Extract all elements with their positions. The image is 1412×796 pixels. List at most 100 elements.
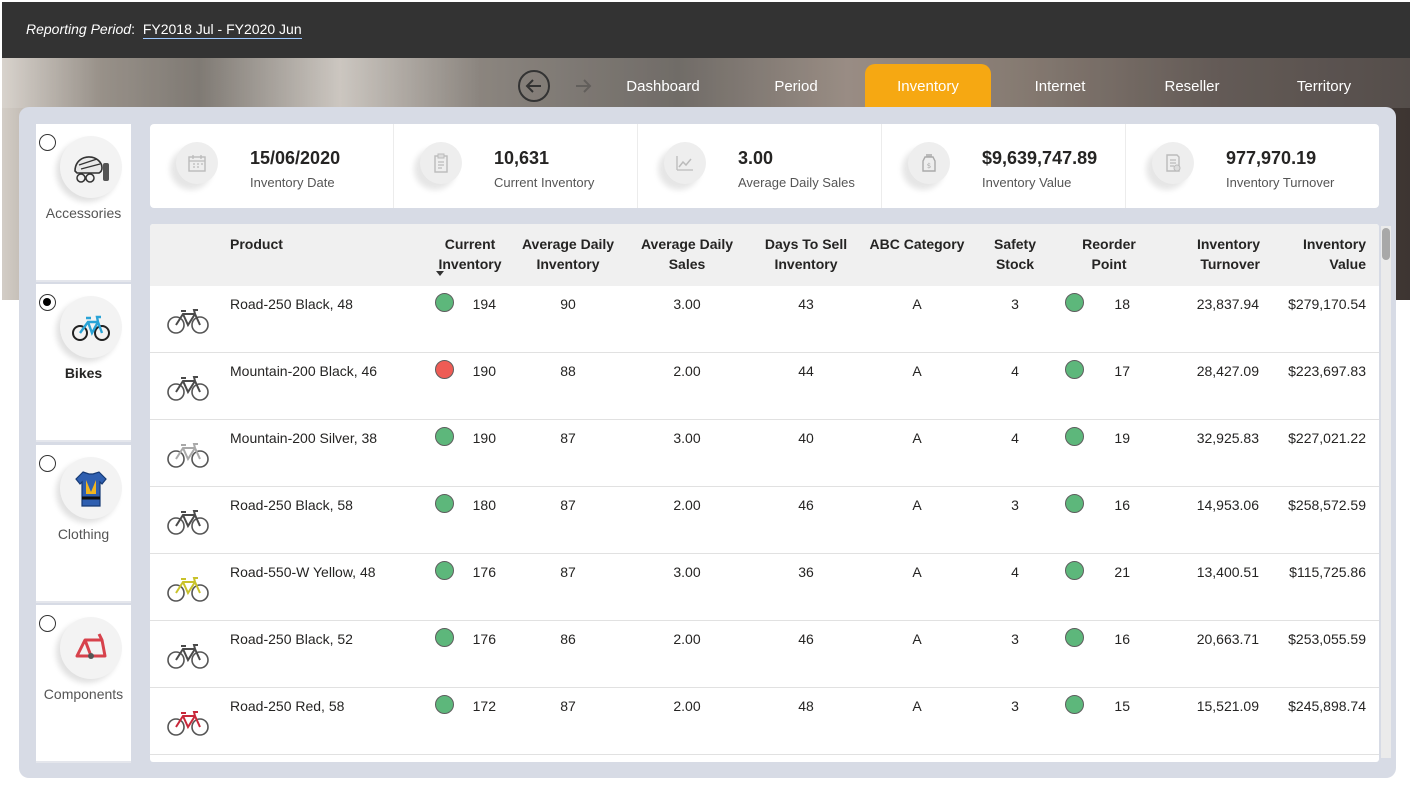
kpi-value: 3.00 [738,148,774,168]
average-daily-sales: 3.00 [673,430,701,446]
inventory-status-indicator [435,427,454,446]
inventory-table: Product Current Inventory Average Daily … [150,224,1379,762]
average-daily-sales: 3.00 [673,564,701,580]
column-header-inventory-turnover[interactable]: Inventory Turnover [1170,234,1260,274]
tab-reseller[interactable]: Reseller [1129,64,1255,108]
kpi-average-daily-sales: 3.00 Average Daily Sales [638,124,882,208]
column-header-inventory-value[interactable]: Inventory Value [1276,234,1366,274]
reorder-status-indicator [1065,494,1084,513]
category-bikes[interactable]: Bikes [36,284,131,442]
product-name: Road-550-W Yellow, 48 [230,564,376,580]
average-daily-sales: 2.00 [673,698,701,714]
table-row[interactable]: Road-250 Black, 58 180 87 2.00 46 A 3 16 14,953.… [150,487,1379,554]
inventory-status-indicator [435,628,454,647]
tab-inventory[interactable]: Inventory [865,64,991,108]
category-components[interactable]: Components [36,605,131,763]
days-to-sell: 48 [798,698,814,714]
safety-stock: 3 [1011,497,1019,513]
inventory-value: $258,572.59 [1288,497,1366,513]
accessories-radio[interactable] [39,134,56,151]
average-daily-inventory: 90 [560,296,576,312]
average-daily-inventory: 87 [560,497,576,513]
clipboard-icon [420,142,462,184]
table-row[interactable]: Road-250 Red, 58 172 87 2.00 48 A 3 15 15,521.09… [150,688,1379,755]
product-name: Mountain-200 Black, 46 [230,363,378,379]
money-jar-icon: $ [908,142,950,184]
category-label: Bikes [64,365,103,381]
bike-thumbnail-icon [167,644,209,669]
kpi-value: $9,639,747.89 [982,148,1098,168]
days-to-sell: 46 [798,631,814,647]
days-to-sell: 40 [798,430,814,446]
inventory-value: $223,697.83 [1288,363,1366,379]
abc-category: A [912,497,922,513]
arrow-left-circle-icon [525,79,541,93]
average-daily-sales: 2.00 [673,631,701,647]
product-name: Mountain-200 Silver, 38 [230,430,378,446]
kpi-inventory-date: 15/06/2020 Inventory Date [150,124,394,208]
column-header-reorder-point[interactable]: Reorder Point [1070,234,1148,274]
components-radio[interactable] [39,615,56,632]
vertical-scrollbar[interactable] [1381,226,1391,758]
inventory-status-indicator [435,494,454,513]
bike-thumbnail-icon [167,443,209,468]
tab-territory[interactable]: Territory [1261,64,1387,108]
bikes-radio[interactable] [39,294,56,311]
category-clothing[interactable]: Clothing [36,445,131,603]
category-accessories[interactable]: Accessories [36,124,131,282]
reorder-point: 15 [1114,698,1130,714]
table-row[interactable]: Road-250 Black, 52 176 86 2.00 46 A 3 16 20,663.… [150,621,1379,688]
tab-period[interactable]: Period [733,64,859,108]
table-row[interactable]: Mountain-200 Silver, 38 190 87 3.00 40 A 4 19 32… [150,420,1379,487]
inventory-value: $115,725.86 [1289,564,1366,580]
clothing-radio[interactable] [39,455,56,472]
inventory-status-indicator [435,695,454,714]
bike-thumbnail-icon [167,577,209,602]
scrollbar-thumb[interactable] [1382,228,1390,260]
table-row[interactable]: Road-550-W Yellow, 48 176 87 3.00 36 A 4 21 13,4… [150,554,1379,621]
abc-category: A [912,363,922,379]
sort-descending-icon[interactable] [436,271,444,276]
current-inventory: 180 [472,497,496,513]
helmet-icon [60,136,122,198]
current-inventory: 176 [472,631,496,647]
column-header-safety-stock[interactable]: Safety Stock [980,234,1050,274]
table-row[interactable]: Road-250 Black, 48 194 90 3.00 43 A 3 18 23,837.… [150,286,1379,353]
reorder-point: 16 [1114,497,1130,513]
inventory-value: $253,055.59 [1288,631,1366,647]
reorder-status-indicator [1065,427,1084,446]
tab-dashboard[interactable]: Dashboard [600,64,726,108]
reorder-status-indicator [1065,293,1084,312]
reporting-period-value[interactable]: FY2018 Jul - FY2020 Jun [142,21,302,39]
kpi-value: 977,970.19 [1226,148,1317,168]
bike-thumbnail-icon [167,376,209,401]
column-header-current-inventory[interactable]: Current Inventory [426,234,514,274]
forward-button[interactable] [567,70,599,102]
column-header-average-daily-sales[interactable]: Average Daily Sales [632,234,742,274]
kpi-row: 15/06/2020 Inventory Date 10,631 Current… [150,124,1379,208]
abc-category: A [912,631,922,647]
bike-frame-icon [60,617,122,679]
reorder-status-indicator [1065,628,1084,647]
average-daily-sales: 2.00 [673,363,701,379]
reorder-point: 17 [1114,363,1130,379]
average-daily-inventory: 87 [560,564,576,580]
tab-internet[interactable]: Internet [997,64,1123,108]
column-header-days-to-sell[interactable]: Days To Sell Inventory [756,234,856,274]
column-header-product[interactable]: Product [230,234,283,254]
column-header-abc-category[interactable]: ABC Category [862,234,972,254]
safety-stock: 3 [1011,296,1019,312]
reorder-point: 19 [1114,430,1130,446]
bike-thumbnail-icon [167,309,209,334]
inventory-status-indicator [435,561,454,580]
column-header-average-daily-inventory[interactable]: Average Daily Inventory [514,234,622,274]
back-button[interactable] [518,70,550,102]
average-daily-inventory: 88 [560,363,576,379]
table-row[interactable]: Mountain-200 Black, 46 190 88 2.00 44 A 4 17 28,… [150,353,1379,420]
reorder-point: 16 [1114,631,1130,647]
kpi-inventory-value: $ $9,639,747.89 Inventory Value [882,124,1126,208]
kpi-value: 15/06/2020 [250,148,341,168]
current-inventory: 194 [472,296,496,312]
reporting-period: Reporting Period: FY2018 Jul - FY2020 Ju… [26,21,302,39]
kpi-label: Inventory Date [250,175,335,190]
